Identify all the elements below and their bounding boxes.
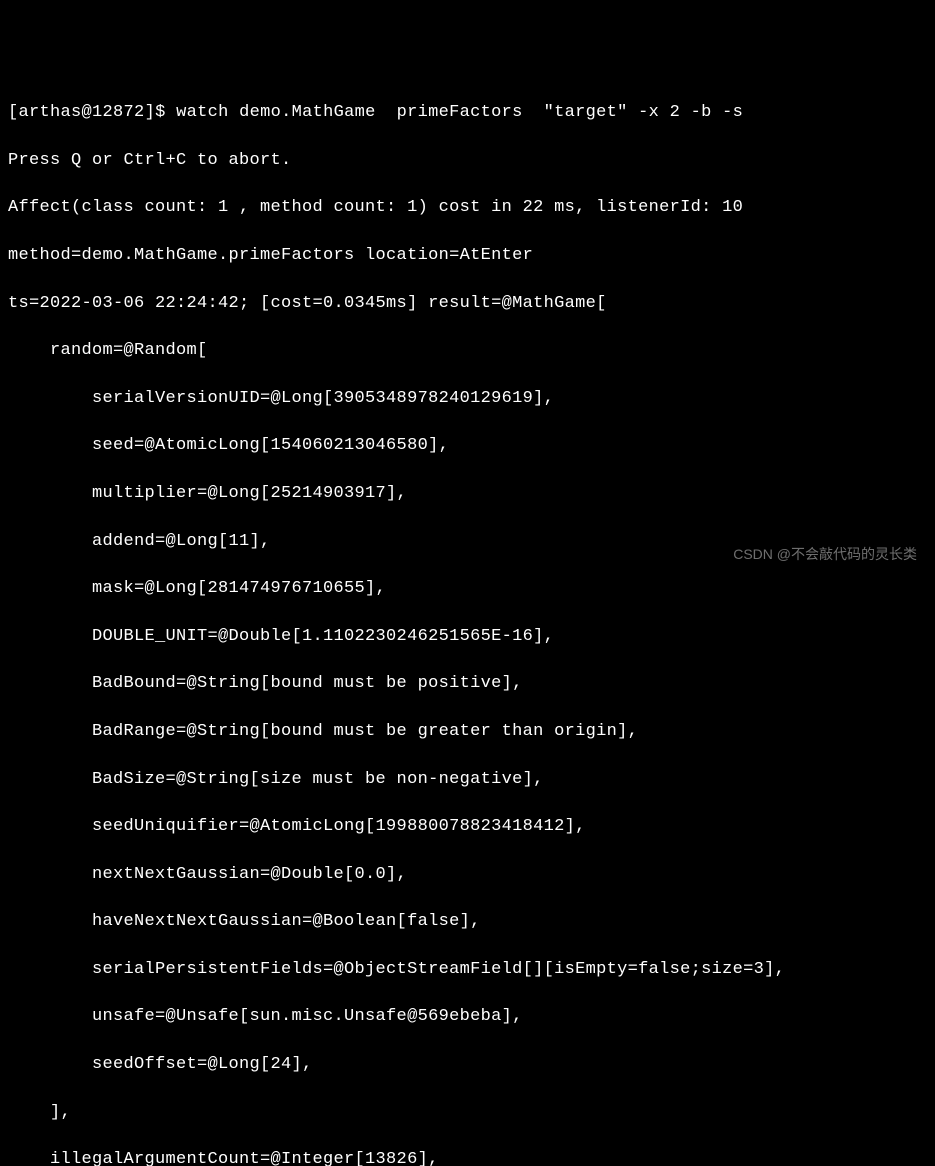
prompt-suffix: ]$ bbox=[145, 103, 177, 122]
method-line: method=demo.MathGame.primeFactors locati… bbox=[8, 244, 927, 268]
field-mask: mask=@Long[281474976710655], bbox=[8, 577, 927, 601]
field-serial-persistent-fields: serialPersistentFields=@ObjectStreamFiel… bbox=[8, 958, 927, 982]
field-bad-size: BadSize=@String[size must be non-negativ… bbox=[8, 768, 927, 792]
field-have-next-next-gaussian: haveNextNextGaussian=@Boolean[false], bbox=[8, 910, 927, 934]
prompt-prefix: [ bbox=[8, 103, 19, 122]
field-double-unit: DOUBLE_UNIT=@Double[1.1102230246251565E-… bbox=[8, 625, 927, 649]
prompt-at: @ bbox=[82, 103, 93, 122]
field-seed-uniquifier: seedUniquifier=@AtomicLong[1998800788234… bbox=[8, 815, 927, 839]
terminal-prompt-line[interactable]: [arthas@12872]$ watch demo.MathGame prim… bbox=[8, 101, 927, 125]
affect-line: Affect(class count: 1 , method count: 1)… bbox=[8, 196, 927, 220]
watermark-text: CSDN @不会敲代码的灵长类 bbox=[733, 545, 917, 565]
prompt-host: 12872 bbox=[92, 103, 145, 122]
prompt-user: arthas bbox=[19, 103, 82, 122]
field-unsafe: unsafe=@Unsafe[sun.misc.Unsafe@569ebeba]… bbox=[8, 1005, 927, 1029]
field-next-next-gaussian: nextNextGaussian=@Double[0.0], bbox=[8, 863, 927, 887]
field-seed: seed=@AtomicLong[154060213046580], bbox=[8, 434, 927, 458]
command-text: watch demo.MathGame primeFactors "target… bbox=[176, 103, 743, 122]
field-bad-range: BadRange=@String[bound must be greater t… bbox=[8, 720, 927, 744]
field-serialVersionUID: serialVersionUID=@Long[39053489782401296… bbox=[8, 387, 927, 411]
field-seed-offset: seedOffset=@Long[24], bbox=[8, 1053, 927, 1077]
field-multiplier: multiplier=@Long[25214903917], bbox=[8, 482, 927, 506]
field-bad-bound: BadBound=@String[bound must be positive]… bbox=[8, 672, 927, 696]
random-open: random=@Random[ bbox=[8, 339, 927, 363]
field-illegal-argument-count: illegalArgumentCount=@Integer[13826], bbox=[8, 1148, 927, 1166]
abort-message: Press Q or Ctrl+C to abort. bbox=[8, 149, 927, 173]
random-close: ], bbox=[8, 1101, 927, 1125]
timestamp-line: ts=2022-03-06 22:24:42; [cost=0.0345ms] … bbox=[8, 292, 927, 316]
